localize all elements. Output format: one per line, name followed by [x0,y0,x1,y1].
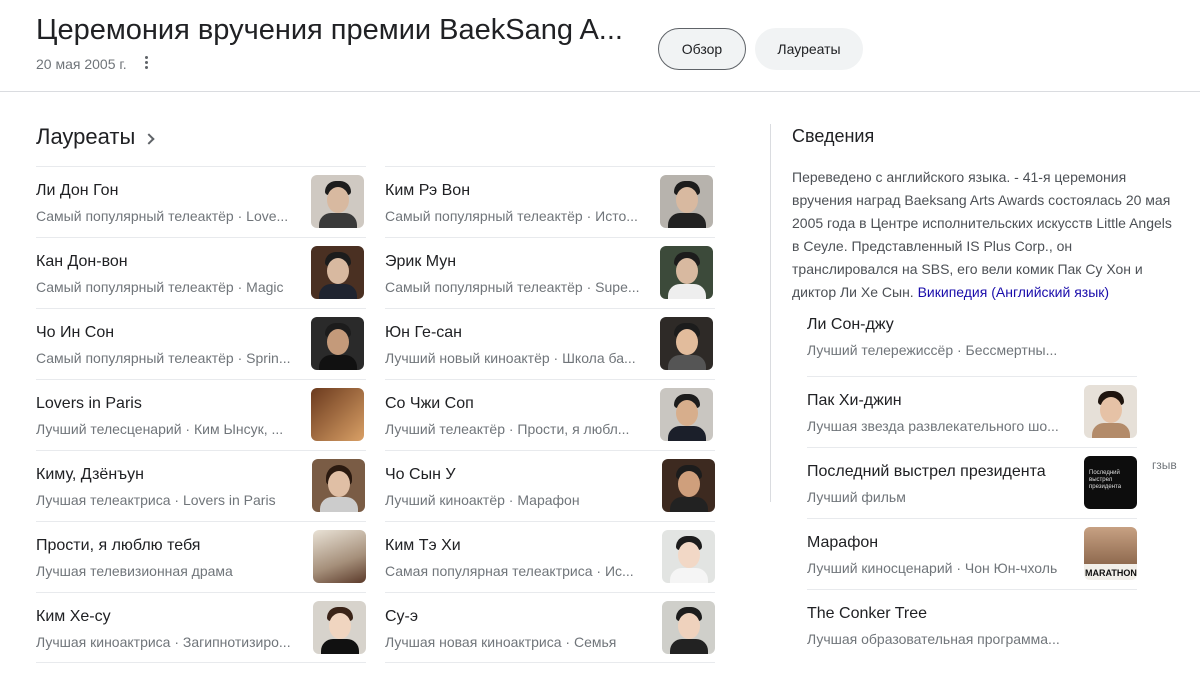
wikipedia-link[interactable]: Википедия (Английский язык) [918,284,1109,300]
item-name: Чо Сын У [385,466,456,483]
item-name: Ли Сон-джу [807,316,894,333]
winners-column-right: Ли Сон-джу Лучший телережиссёр · Бессмер… [807,306,1137,661]
person-photo [311,246,364,299]
info-title: Сведения [792,126,875,146]
item-desc: Лучший новый киноактёр · Школа ба... [385,350,636,366]
poster-line: выстрел [1089,477,1113,483]
item-name: The Conker Tree [807,605,928,622]
list-item[interactable]: Эрик Мун Самый популярный телеактёр · Su… [385,237,715,308]
list-item[interactable]: Су-э Лучшая новая киноактриса · Семья [385,592,715,663]
info-description: Переведено с английского языка. - 41-я ц… [792,166,1172,304]
poster-title: MARATHON [1085,568,1137,578]
person-photo [660,175,713,228]
item-desc: Лучший киноактёр · Марафон [385,492,580,508]
item-desc: Лучший телережиссёр · Бессмертны... [807,342,1058,358]
winners-column-left: Ли Дон Гон Самый популярный телеактёр · … [36,166,366,663]
list-item[interactable]: Ким Хе-су Лучшая киноактриса · Загипноти… [36,592,366,663]
movie-poster-image: MARATHON [1084,527,1137,580]
item-desc: Лучшая телеактриса · Lovers in Paris [36,492,276,508]
list-item[interactable]: Ким Рэ Вон Самый популярный телеактёр · … [385,166,715,237]
item-desc: Самый популярный телеактёр · Sprin... [36,350,291,366]
list-item[interactable]: Lovers in Paris Лучший телесценарий · Ки… [36,379,366,450]
header: Церемония вручения премии BaekSang A... … [0,0,1200,92]
poster-line: президента [1089,484,1122,490]
item-name: Кан Дон-вон [36,253,128,270]
item-name: Прости, я люблю тебя [36,537,201,554]
page-title: Церемония вручения премии BaekSang A... [36,14,623,46]
list-item[interactable]: Ким Тэ Хи Самая популярная телеактриса ·… [385,521,715,592]
list-item[interactable]: Ли Сон-джу Лучший телережиссёр · Бессмер… [807,306,1137,377]
item-name: Последний выстрел президента [807,463,1046,480]
person-photo [660,317,713,370]
person-photo [311,175,364,228]
item-desc: Лучшая звезда развлекательного шо... [807,418,1059,434]
item-name: Марафон [807,534,879,551]
chevron-right-icon [143,133,155,145]
list-item[interactable]: Со Чжи Соп Лучший телеактёр · Прости, я … [385,379,715,450]
list-item[interactable]: Ли Дон Гон Самый популярный телеактёр · … [36,166,366,237]
item-name: Су-э [385,608,419,625]
item-desc: Лучшая образовательная программа... [807,631,1060,647]
item-desc: Самая популярная телеактриса · Ис... [385,563,634,579]
column-divider [770,124,771,502]
item-name: Lovers in Paris [36,395,142,412]
person-photo [662,530,715,583]
item-desc: Лучшая телевизионная драма [36,563,233,579]
list-item[interactable]: Пак Хи-джин Лучшая звезда развлекательно… [807,377,1137,448]
item-name: Киму, Дзёнъун [36,466,144,483]
list-item[interactable]: Чо Ин Сон Самый популярный телеактёр · S… [36,308,366,379]
list-item[interactable]: Прости, я люблю тебя Лучшая телевизионна… [36,521,366,592]
item-desc: Лучший телеактёр · Прости, я любл... [385,421,630,437]
list-item[interactable]: The Conker Tree Лучшая образовательная п… [807,590,1137,661]
item-desc: Самый популярный телеактёр · Supe... [385,279,640,295]
info-description-text: Переведено с английского языка. - 41-я ц… [792,169,1172,300]
poster-line: Последний [1089,470,1120,476]
person-photo [660,388,713,441]
person-photo [660,246,713,299]
item-desc: Самый популярный телеактёр · Magic [36,279,284,295]
person-photo [662,601,715,654]
event-date: 20 мая 2005 г. [36,56,127,72]
item-name: Чо Ин Сон [36,324,115,341]
person-photo [311,317,364,370]
winners-column-middle: Ким Рэ Вон Самый популярный телеактёр · … [385,166,715,663]
item-name: Эрик Мун [385,253,457,270]
item-name: Ли Дон Гон [36,182,119,199]
item-desc: Самый популярный телеактёр · Love... [36,208,289,224]
list-item[interactable]: Чо Сын У Лучший киноактёр · Марафон [385,450,715,521]
person-photo [662,459,715,512]
item-name: Пак Хи-джин [807,392,902,409]
item-name: Ким Тэ Хи [385,537,461,554]
item-name: Со Чжи Соп [385,395,474,412]
person-photo [1084,385,1137,438]
item-desc: Лучший киносценарий · Чон Юн-чхоль [807,560,1058,576]
item-name: Ким Рэ Вон [385,182,471,199]
item-name: Юн Ге-сан [385,324,462,341]
drama-poster-image [311,388,364,441]
item-desc: Лучший телесценарий · Ким Ынсук, ... [36,421,284,437]
item-desc: Лучшая новая киноактриса · Семья [385,634,617,650]
item-desc: Лучший фильм [807,489,906,505]
drama-poster-image [313,530,366,583]
list-item[interactable]: Юн Ге-сан Лучший новый киноактёр · Школа… [385,308,715,379]
person-photo [312,459,365,512]
list-item[interactable]: Марафон Лучший киносценарий · Чон Юн-чхо… [807,519,1137,590]
list-item[interactable]: Кан Дон-вон Самый популярный телеактёр ·… [36,237,366,308]
item-desc: Лучшая киноактриса · Загипнотизиро... [36,634,291,650]
tab-overview[interactable]: Обзор [658,28,746,70]
winners-title-label: Лауреаты [36,124,136,149]
list-item[interactable]: Последний выстрел президента Лучший филь… [807,448,1137,519]
more-vert-icon[interactable] [139,55,153,71]
item-desc: Самый популярный телеактёр · Исто... [385,208,638,224]
movie-poster-image: Последний выстрел президента [1084,456,1137,509]
overflow-text-fragment: гзыв [1152,458,1177,472]
item-name: Ким Хе-су [36,608,111,625]
person-photo [313,601,366,654]
tab-winners[interactable]: Лауреаты [755,28,863,70]
list-item[interactable]: Киму, Дзёнъун Лучшая телеактриса · Lover… [36,450,366,521]
winners-section-title[interactable]: Лауреаты [36,124,155,150]
